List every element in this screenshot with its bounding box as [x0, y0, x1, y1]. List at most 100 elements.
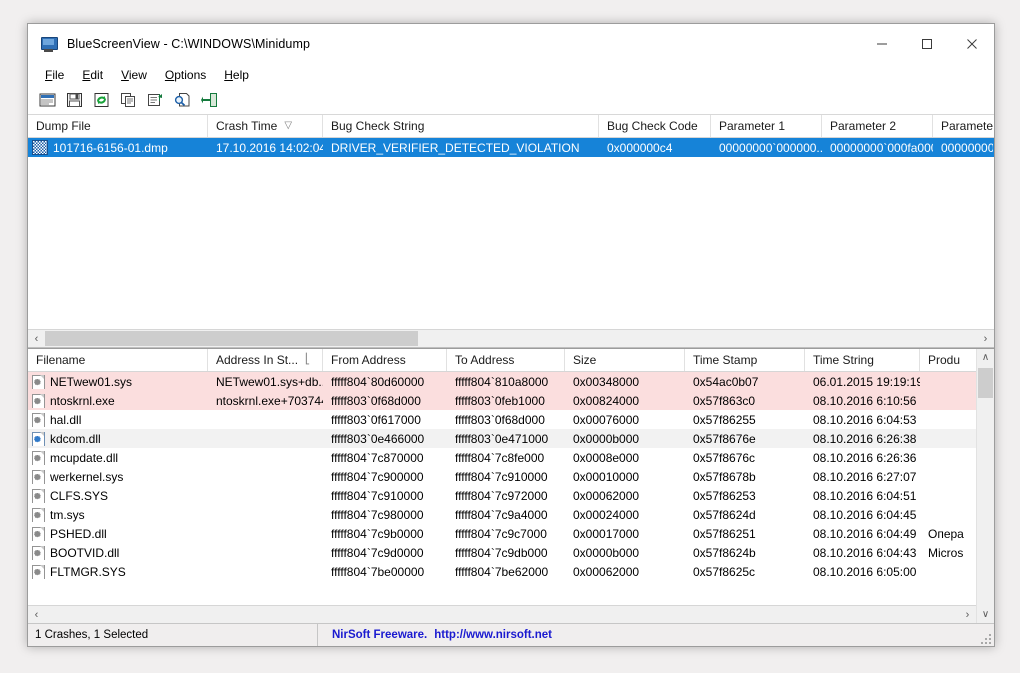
sort-descending-icon: ▽ — [284, 120, 293, 131]
table-row[interactable]: NETwew01.sys NETwew01.sys+db... fffff804`8… — [28, 372, 976, 391]
cell-dump-file: 101716-6156-01.dmp — [28, 140, 208, 155]
crashes-horizontal-scrollbar[interactable]: ‹ › — [28, 329, 994, 347]
scroll-left-icon[interactable]: ‹ — [28, 330, 45, 347]
column-header-address-in-stack[interactable]: Address In St... ⎣ — [208, 349, 323, 371]
cell-text: ntoskrnl.exe — [50, 393, 115, 408]
cell-filename: mcupdate.dll — [28, 450, 208, 465]
title-bar: BlueScreenView - C:\WINDOWS\Minidump — [28, 24, 994, 64]
table-row[interactable]: mcupdate.dll fffff804`7c870000 fffff804`7c… — [28, 448, 976, 467]
table-row[interactable]: tm.sys fffff804`7c980000 fffff804`7c9a4000… — [28, 505, 976, 524]
cell-size: 0x00024000 — [573, 507, 640, 522]
column-header-label: From Address — [331, 353, 406, 367]
cell-text: PSHED.dll — [50, 526, 107, 541]
refresh-icon[interactable] — [89, 88, 114, 112]
table-row[interactable]: FLTMGR.SYS fffff804`7be00000 fffff804`7be6… — [28, 562, 976, 581]
cell-from-address: fffff803`0f68d000 — [331, 393, 421, 408]
modules-horizontal-scrollbar[interactable]: ‹ › — [28, 605, 976, 623]
menu-file[interactable]: File — [36, 66, 73, 84]
column-header-bug-check-string[interactable]: Bug Check String — [323, 115, 599, 137]
cell-parameter-2: 00000000`000fa000 — [830, 140, 933, 155]
column-header-label: Filename — [36, 353, 86, 367]
cell-time-string: 08.10.2016 6:04:49 — [813, 526, 917, 541]
menu-help[interactable]: Help — [215, 66, 258, 84]
nirsoft-website-link[interactable]: http://www.nirsoft.net — [434, 629, 552, 641]
scroll-right-icon[interactable]: › — [977, 330, 994, 347]
scroll-left-icon[interactable]: ‹ — [28, 606, 45, 623]
hscroll-thumb[interactable] — [45, 331, 418, 346]
menu-edit[interactable]: Edit — [73, 66, 112, 84]
resize-grip[interactable] — [979, 632, 991, 644]
scroll-down-icon[interactable]: ∨ — [977, 606, 994, 623]
properties-icon[interactable] — [143, 88, 168, 112]
cell-time-stamp: 0x57f8676e — [693, 431, 756, 446]
cell-text: CLFS.SYS — [50, 488, 109, 503]
scroll-up-icon[interactable]: ∧ — [977, 349, 994, 366]
table-row[interactable]: kdcom.dll fffff803`0e466000 fffff803`0e471… — [28, 429, 976, 448]
column-header-size[interactable]: Size — [565, 349, 685, 371]
column-header-crash-time[interactable]: Crash Time ▽ — [208, 115, 323, 137]
column-header-to-address[interactable]: To Address — [447, 349, 565, 371]
column-header-parameter-3[interactable]: Parameter 3 — [933, 115, 993, 137]
cell-bug-check-string: DRIVER_VERIFIER_DETECTED_VIOLATION — [331, 140, 580, 155]
column-header-filename[interactable]: Filename — [28, 349, 208, 371]
column-header-label: Crash Time — [216, 119, 278, 133]
crashes-grid-header: Dump File Crash Time ▽ Bug Check String … — [28, 115, 994, 138]
hscroll-track[interactable] — [45, 606, 959, 623]
modules-vertical-scrollbar[interactable]: ∧ ∨ — [976, 349, 994, 623]
column-header-label: Time String — [813, 353, 874, 367]
minimize-button[interactable] — [859, 24, 904, 64]
vscroll-track[interactable] — [977, 366, 994, 606]
cell-parameter-3: 00000000 — [941, 140, 993, 155]
cell-to-address: fffff804`7c972000 — [455, 488, 548, 503]
cell-time-string: 08.10.2016 6:26:38 — [813, 431, 917, 446]
module-file-icon — [32, 393, 45, 408]
hscroll-track[interactable] — [45, 330, 977, 347]
column-header-from-address[interactable]: From Address — [323, 349, 447, 371]
cell-text: 101716-6156-01.dmp — [53, 140, 168, 155]
find-icon[interactable] — [170, 88, 195, 112]
column-header-label: Time Stamp — [693, 353, 758, 367]
column-header-parameter-1[interactable]: Parameter 1 — [711, 115, 822, 137]
exit-icon[interactable] — [197, 88, 222, 112]
column-header-time-string[interactable]: Time String — [805, 349, 920, 371]
cell-time-string: 08.10.2016 6:04:43 — [813, 545, 917, 560]
scroll-right-icon[interactable]: › — [959, 606, 976, 623]
status-nirsoft: NirSoft Freeware. http://www.nirsoft.net — [318, 624, 552, 646]
maximize-button[interactable] — [904, 24, 949, 64]
column-header-product[interactable]: Produ — [920, 349, 965, 371]
menu-view[interactable]: View — [112, 66, 156, 84]
column-header-time-stamp[interactable]: Time Stamp — [685, 349, 805, 371]
module-file-icon-blue — [32, 431, 45, 446]
close-button[interactable] — [949, 24, 994, 64]
crashes-grid-body[interactable]: 101716-6156-01.dmp 17.10.2016 14:02:04 D… — [28, 138, 994, 329]
nirsoft-brand-label: NirSoft Freeware. — [332, 629, 428, 641]
cell-filename: tm.sys — [28, 507, 208, 522]
table-row[interactable]: hal.dll fffff803`0f617000 fffff803`0f68d00… — [28, 410, 976, 429]
cell-size: 0x0000b000 — [573, 545, 640, 560]
copy-icon[interactable] — [116, 88, 141, 112]
table-row[interactable]: 101716-6156-01.dmp 17.10.2016 14:02:04 D… — [28, 138, 994, 157]
cell-text: FLTMGR.SYS — [50, 564, 126, 579]
sort-ascending-icon: ⎣ — [305, 354, 311, 365]
modules-grid-body[interactable]: NETwew01.sys NETwew01.sys+db... fffff804`8… — [28, 372, 976, 605]
column-header-label: Dump File — [36, 119, 91, 133]
table-row[interactable]: werkernel.sys fffff804`7c900000 fffff804`7… — [28, 467, 976, 486]
cell-text: kdcom.dll — [50, 431, 101, 446]
module-file-icon — [32, 564, 45, 579]
menu-options[interactable]: Options — [156, 66, 215, 84]
open-dump-folder-icon[interactable] — [35, 88, 60, 112]
table-row[interactable]: ntoskrnl.exe ntoskrnl.exe+703744 fffff803`… — [28, 391, 976, 410]
cell-from-address: fffff804`7c870000 — [331, 450, 424, 465]
cell-time-string: 06.01.2015 19:19:19 — [813, 374, 920, 389]
cell-from-address: fffff804`7be00000 — [331, 564, 425, 579]
table-row[interactable]: CLFS.SYS fffff804`7c910000 fffff804`7c9720… — [28, 486, 976, 505]
column-header-bug-check-code[interactable]: Bug Check Code — [599, 115, 711, 137]
vscroll-thumb[interactable] — [978, 368, 993, 398]
table-row[interactable]: PSHED.dll fffff804`7c9b0000 fffff804`7c9c7… — [28, 524, 976, 543]
save-icon[interactable] — [62, 88, 87, 112]
column-header-parameter-2[interactable]: Parameter 2 — [822, 115, 933, 137]
table-row[interactable]: BOOTVID.dll fffff804`7c9d0000 fffff804`7c9… — [28, 543, 976, 562]
cell-text: NETwew01.sys — [50, 374, 133, 389]
column-header-dump-file[interactable]: Dump File — [28, 115, 208, 137]
cell-filename: kdcom.dll — [28, 431, 208, 446]
